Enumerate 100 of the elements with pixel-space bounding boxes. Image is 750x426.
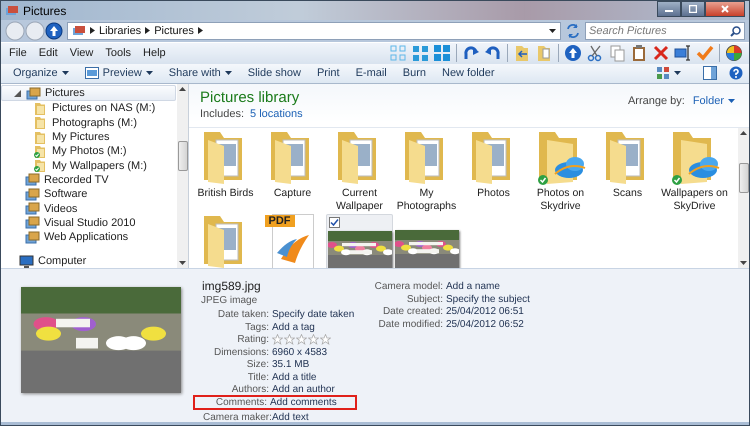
tree-item[interactable]: My Photos (M:) [1,144,177,158]
library-icon [25,230,40,245]
command-button[interactable]: Share with [162,64,242,82]
command-button[interactable]: E-mail [350,64,397,82]
property-value[interactable]: Add an author [272,384,335,395]
property-value[interactable]: Add a title [272,372,316,382]
star-icon[interactable] [320,334,331,345]
breadcrumb[interactable]: Libraries [99,24,142,37]
preview-pane-icon[interactable] [703,66,717,80]
delete-icon[interactable] [652,44,670,62]
tree-item[interactable]: Pictures on NAS (M:) [1,101,177,116]
scroll-up-icon[interactable] [179,87,186,91]
property-value[interactable]: 35.1 MB [272,359,310,370]
search-icon[interactable] [730,26,741,37]
maximize-button[interactable] [681,1,705,17]
scrollbar[interactable] [177,84,188,268]
property-value[interactable]: Add a name [446,281,500,292]
folder-item[interactable]: Photos [460,130,527,214]
close-button[interactable] [705,1,745,17]
expanded-arrow-icon[interactable] [14,90,21,97]
star-icon[interactable] [308,334,319,345]
property-value[interactable]: 6960 x 4583 [272,346,328,358]
tree-item[interactable]: My Pictures [1,130,177,144]
folder-item[interactable]: Current Wallpaper [326,130,393,214]
scroll-thumb[interactable] [178,141,188,171]
file-name: Photos [477,187,510,200]
tree-item[interactable]: Software [1,187,177,202]
folder-icon[interactable] [513,44,531,62]
paste-icon[interactable] [630,44,648,62]
property-value[interactable]: 25/04/2012 06:52 [446,318,524,330]
tree-item[interactable]: My Wallpapers (M:) [1,158,177,173]
document-item[interactable]: PDF [259,214,326,268]
monitor-icon[interactable] [674,44,692,62]
property-value[interactable]: 25/04/2012 06:51 [446,306,524,317]
menu-item[interactable]: View [70,47,94,60]
locations-link[interactable]: 5 locations [250,108,303,120]
scissors-icon[interactable] [586,44,604,62]
scroll-thumb[interactable] [738,163,748,193]
search-field[interactable]: Search Pictures [585,22,745,40]
star-icon[interactable] [284,334,295,345]
address-bar[interactable]: Libraries Pictures [67,22,561,40]
caret-icon [62,71,69,76]
menu-item[interactable]: File [9,47,27,60]
view-grid-icon[interactable] [433,44,451,62]
scroll-down-icon[interactable] [740,261,747,265]
property-value[interactable]: Specify the subject [446,294,530,304]
breadcrumb[interactable]: Pictures [154,24,194,37]
pie-chart-icon[interactable] [725,44,743,62]
property-value[interactable]: Add a tag [272,322,315,332]
library-icon [25,186,40,202]
arrange-dropdown[interactable]: Folder [692,95,735,107]
command-button[interactable]: Organize [7,64,79,82]
copy-icon[interactable] [608,44,626,62]
scroll-down-icon[interactable] [179,261,186,265]
folder-item[interactable]: Photos on Skydrive [527,130,594,214]
tree-item[interactable]: Web Applications [1,230,177,244]
folder-icon [33,144,48,159]
chevron-icon [145,27,150,34]
refresh-icon[interactable] [565,22,581,39]
property-label: Dimensions: [212,346,269,358]
command-button[interactable]: Preview [78,64,163,82]
folder-item[interactable]: British Birds [192,130,259,214]
property-value[interactable]: Specify date taken [272,309,354,320]
property-label: Subject: [406,294,443,304]
folder-item[interactable]: Wallpapers on SkyDrive [661,130,728,214]
view-grid-icon[interactable] [411,44,429,62]
checkbox-icon[interactable] [329,217,340,228]
dropdown-icon[interactable] [549,28,556,33]
menu-item[interactable]: Help [143,47,166,60]
command-button[interactable]: Print [310,64,350,82]
menu-item[interactable]: Tools [105,47,132,60]
star-icon[interactable] [296,334,307,345]
file-name: img589.jpg [201,279,262,293]
folder-icon[interactable] [535,44,553,62]
tree-item[interactable]: Pictures [1,85,176,102]
scrollbar[interactable] [738,128,749,268]
folder-item[interactable]: Scans [594,130,661,214]
library-icon [25,201,40,216]
command-button[interactable]: Slide show [242,64,311,82]
close-icon [721,5,729,13]
help-icon[interactable] [729,66,743,80]
tree-item[interactable]: Videos [1,201,177,216]
property-label: Camera model: [374,281,443,292]
tree-item[interactable]: Computer [1,254,177,269]
library-icon [5,4,19,17]
tree-item[interactable]: Photographs (M:) [1,116,177,130]
scroll-up-icon[interactable] [740,131,747,135]
folder-item[interactable]: Capture [259,130,326,214]
command-button[interactable]: Burn [396,64,436,82]
tree-item[interactable]: Recorded TV [1,172,177,188]
minimize-button[interactable] [657,1,681,17]
folder-icon [33,115,48,130]
menu-item[interactable]: Edit [38,47,58,60]
star-icon[interactable] [272,334,283,345]
folder-item[interactable]: My Photographs [393,130,460,214]
tree-item[interactable]: Visual Studio 2010 [1,216,177,230]
property-value[interactable]: Add comments [270,396,337,408]
command-button[interactable]: New folder [436,64,505,82]
property-value[interactable]: Add text [272,412,309,422]
check-icon[interactable] [696,44,714,62]
